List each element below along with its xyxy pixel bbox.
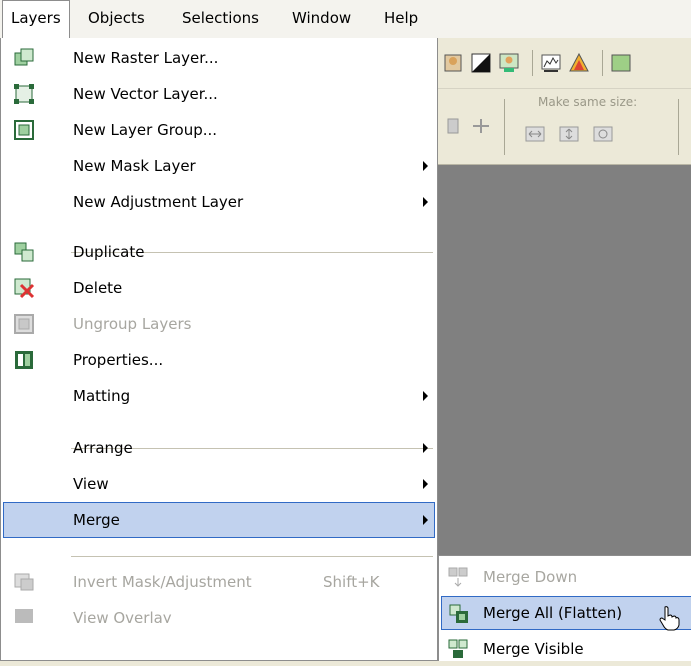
menu-layers[interactable]: Layers <box>2 0 70 38</box>
toolbar-top <box>438 38 691 89</box>
toolbar-separator <box>678 99 679 155</box>
toolbar-separator <box>504 99 505 155</box>
view-overlay-label: View Overlay <box>73 609 172 623</box>
toolbar-separator <box>602 50 603 76</box>
duplicate-label: Duplicate <box>73 243 145 261</box>
menu-help[interactable]: Help <box>376 0 426 38</box>
merge-submenu: Merge Down Merge All (Flatten) Merge Vis… <box>438 555 691 661</box>
new-vector-layer-item[interactable]: New Vector Layer... <box>3 76 435 112</box>
image-icon[interactable] <box>610 52 632 74</box>
overlay-icon <box>15 609 33 623</box>
arrange-item[interactable]: Arrange <box>3 430 435 466</box>
ungroup-layers-label: Ungroup Layers <box>73 315 192 333</box>
ungroup-layers-item[interactable]: Ungroup Layers <box>3 306 435 342</box>
submenu-arrow-icon <box>423 161 428 171</box>
merge-down-label: Merge Down <box>483 568 578 586</box>
align-icon[interactable] <box>442 115 464 137</box>
toolbar-separator <box>532 50 533 76</box>
layer-group-icon <box>14 120 34 140</box>
new-adjustment-layer-item[interactable]: New Adjustment Layer <box>3 184 435 220</box>
invert-mask-shortcut: Shift+K <box>323 573 380 591</box>
new-raster-layer-item[interactable]: New Raster Layer... <box>3 40 435 76</box>
merge-down-item[interactable]: Merge Down <box>441 560 691 594</box>
duplicate-item[interactable]: Duplicate <box>3 234 435 270</box>
ungroup-icon <box>14 314 34 334</box>
make-same-size-label: Make same size: <box>538 95 638 109</box>
menu-selections-label: Selections <box>182 9 259 27</box>
properties-item[interactable]: Properties... <box>3 342 435 378</box>
menu-window[interactable]: Window <box>284 0 359 38</box>
new-vector-layer-label: New Vector Layer... <box>73 85 218 103</box>
layers-menu: New Raster Layer... New Vector Layer... … <box>0 38 438 661</box>
new-mask-layer-label: New Mask Layer <box>73 157 196 175</box>
same-width-icon[interactable] <box>524 123 546 145</box>
same-height-icon[interactable] <box>558 123 580 145</box>
merge-all-label: Merge All (Flatten) <box>483 604 623 622</box>
same-size-icon[interactable] <box>592 123 614 145</box>
menu-help-label: Help <box>384 9 419 27</box>
contrast-icon[interactable] <box>470 52 492 74</box>
new-layer-group-item[interactable]: New Layer Group... <box>3 112 435 148</box>
new-raster-layer-label: New Raster Layer... <box>73 49 219 67</box>
new-layer-group-label: New Layer Group... <box>73 121 218 139</box>
view-overlay-item[interactable]: View Overlay <box>3 600 435 623</box>
workspace-area <box>438 165 691 565</box>
duplicate-icon <box>14 242 34 262</box>
person-photo-icon[interactable] <box>498 52 520 74</box>
new-mask-layer-item[interactable]: New Mask Layer <box>3 148 435 184</box>
merge-all-item[interactable]: Merge All (Flatten) <box>441 596 691 631</box>
merge-visible-icon <box>448 639 468 658</box>
invert-mask-label: Invert Mask/Adjustment <box>73 573 252 591</box>
delete-icon <box>14 278 35 299</box>
layer-icon[interactable] <box>442 52 464 74</box>
matting-label: Matting <box>73 387 131 405</box>
properties-icon <box>15 351 33 369</box>
hand-pointer-icon <box>659 606 680 631</box>
invert-mask-item[interactable]: Invert Mask/Adjustment Shift+K <box>3 564 435 600</box>
invert-mask-icon <box>14 573 34 591</box>
toolbar-arrange: Make same size: <box>438 89 691 165</box>
delete-label: Delete <box>73 279 123 297</box>
merge-item[interactable]: Merge <box>3 502 435 538</box>
submenu-arrow-icon <box>423 515 428 525</box>
menu-selections[interactable]: Selections <box>174 0 267 38</box>
merge-down-icon <box>448 567 468 587</box>
menu-bar: Layers Objects Selections Window Help <box>0 0 691 39</box>
merge-all-icon <box>449 604 468 623</box>
menu-objects[interactable]: Objects <box>80 0 153 38</box>
color-balance-icon[interactable] <box>568 52 590 74</box>
vector-layer-icon <box>14 84 34 104</box>
menu-objects-label: Objects <box>88 9 145 27</box>
merge-label: Merge <box>73 511 120 529</box>
histogram-icon[interactable] <box>540 52 562 74</box>
menu-separator <box>71 556 433 557</box>
distribute-icon[interactable] <box>470 115 492 137</box>
new-adjustment-layer-label: New Adjustment Layer <box>73 193 244 211</box>
properties-label: Properties... <box>73 351 164 369</box>
submenu-arrow-icon <box>423 391 428 401</box>
menu-layers-label: Layers <box>11 9 61 27</box>
arrange-label: Arrange <box>73 439 133 457</box>
view-label: View <box>73 475 109 493</box>
view-item[interactable]: View <box>3 466 435 502</box>
submenu-arrow-icon <box>423 443 428 453</box>
delete-item[interactable]: Delete <box>3 270 435 306</box>
raster-layer-icon <box>14 48 34 66</box>
submenu-arrow-icon <box>423 479 428 489</box>
menu-window-label: Window <box>292 9 352 27</box>
matting-item[interactable]: Matting <box>3 378 435 414</box>
submenu-arrow-icon <box>423 197 428 207</box>
